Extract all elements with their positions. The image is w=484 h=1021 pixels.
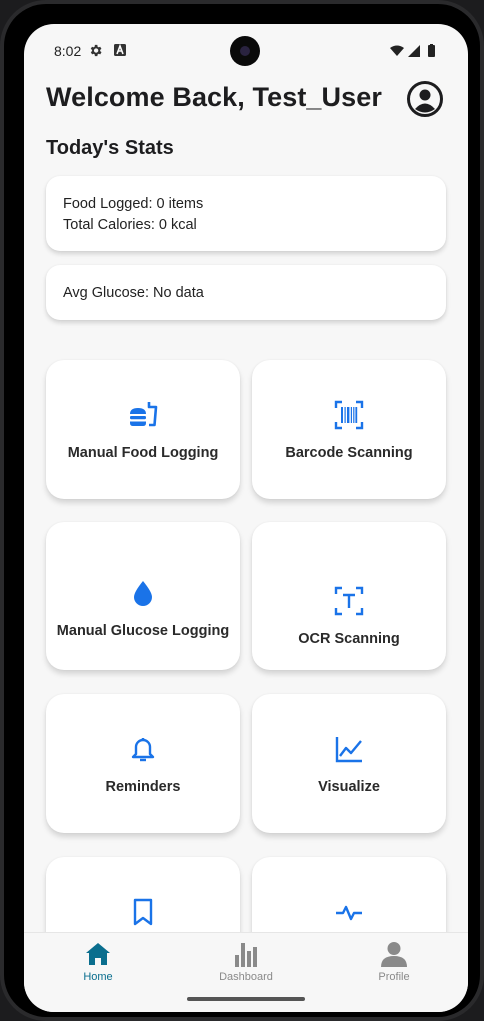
reminders-tile[interactable]: Reminders bbox=[46, 694, 240, 833]
visualize-tile[interactable]: Visualize bbox=[252, 694, 446, 833]
bell-icon bbox=[131, 738, 155, 762]
water-drop-icon bbox=[134, 581, 152, 606]
tile-label: Barcode Scanning bbox=[285, 445, 413, 461]
tile-label: Manual Food Logging bbox=[67, 445, 219, 461]
nav-label-dashboard: Dashboard bbox=[219, 971, 273, 983]
text-scan-icon bbox=[334, 586, 364, 616]
bar-chart-icon bbox=[235, 943, 257, 967]
nav-label-profile: Profile bbox=[378, 971, 410, 983]
nav-item-dashboard[interactable]: Dashboard bbox=[172, 933, 320, 993]
tile-label: OCR Scanning bbox=[298, 631, 400, 647]
manual-glucose-logging-tile[interactable]: Manual Glucose Logging bbox=[46, 522, 240, 670]
phone-frame: 8:02 Welcome Back, Test_User Today's Sta… bbox=[0, 0, 484, 1021]
nav-item-profile[interactable]: Profile bbox=[320, 933, 468, 993]
nav-item-home[interactable]: Home bbox=[24, 933, 172, 993]
person-icon bbox=[381, 942, 407, 967]
nav-label-home: Home bbox=[83, 971, 113, 983]
heart-rate-icon bbox=[336, 905, 362, 921]
app-screen: 8:02 Welcome Back, Test_User Today's Sta… bbox=[24, 24, 468, 1012]
barcode-icon bbox=[334, 400, 364, 430]
tile-label: Manual Glucose Logging bbox=[56, 623, 230, 639]
phone-bezel: 8:02 Welcome Back, Test_User Today's Sta… bbox=[4, 4, 480, 1017]
line-chart-icon bbox=[335, 737, 362, 763]
tile-label: Reminders bbox=[105, 779, 181, 795]
barcode-scanning-tile[interactable]: Barcode Scanning bbox=[252, 360, 446, 499]
bookmark-icon bbox=[133, 898, 153, 926]
home-indicator-bar[interactable] bbox=[187, 997, 305, 1001]
home-icon bbox=[86, 943, 110, 965]
tile-label: Visualize bbox=[318, 779, 380, 795]
feature-grid: Manual Food Logging Barcode Scanning Man… bbox=[24, 24, 468, 996]
fastfood-icon bbox=[130, 402, 158, 427]
ocr-scanning-tile[interactable]: OCR Scanning bbox=[252, 522, 446, 670]
manual-food-logging-tile[interactable]: Manual Food Logging bbox=[46, 360, 240, 499]
